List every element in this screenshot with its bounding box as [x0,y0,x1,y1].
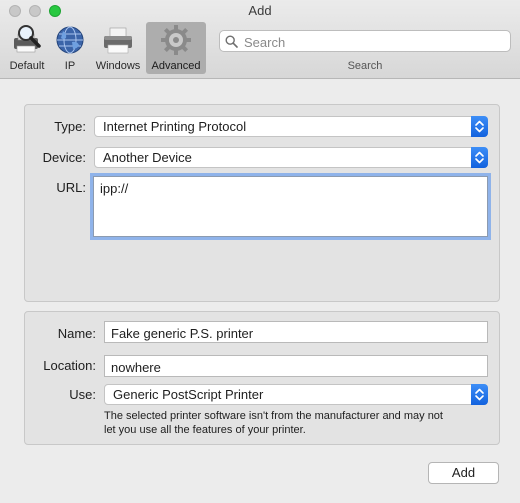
popup-chevron-icon [471,116,488,137]
type-popup[interactable]: Internet Printing Protocol [94,116,488,137]
device-label: Device: [42,150,86,165]
type-popup-value: Internet Printing Protocol [103,119,247,134]
search-input[interactable] [242,32,510,52]
toolbar-advanced-button[interactable]: Advanced [146,22,206,74]
add-printer-window: Add Default IP Windows Advanced Search S… [0,0,520,503]
printer-magnifier-icon [14,25,41,53]
location-field[interactable] [104,355,488,377]
search-icon [225,35,238,48]
url-input[interactable] [98,179,485,237]
popup-chevron-icon [471,147,488,168]
name-input[interactable] [109,323,487,343]
toolbar: Add Default IP Windows Advanced Search S… [0,0,520,79]
printer-icon [104,27,132,54]
globe-icon [56,26,84,54]
name-field[interactable] [104,321,488,343]
name-label: Name: [57,326,96,341]
url-field[interactable] [93,176,488,237]
gear-icon [161,25,191,55]
toolbar-windows-button[interactable]: Windows [92,22,144,74]
toolbar-windows-label: Windows [95,60,141,72]
driver-warning-note: The selected printer software isn't from… [104,409,489,437]
device-popup[interactable]: Another Device [94,147,488,168]
search-caption: Search [347,60,383,72]
location-input[interactable] [109,357,487,377]
driver-warning-line: The selected printer software isn't from… [104,410,443,422]
toolbar-ip-button[interactable]: IP [52,22,88,74]
search-field[interactable] [219,30,511,52]
popup-chevron-icon [471,384,488,405]
window-title: Add [248,3,272,18]
toolbar-default-label: Default [9,60,45,72]
device-popup-value: Another Device [103,150,192,165]
toolbar-advanced-label: Advanced [151,60,201,72]
use-popup[interactable]: Generic PostScript Printer [104,384,488,405]
use-label: Use: [69,387,96,402]
location-label: Location: [43,358,96,373]
use-popup-value: Generic PostScript Printer [113,387,264,402]
url-label: URL: [56,180,86,195]
type-label: Type: [54,119,86,134]
add-button[interactable]: Add [428,462,499,484]
toolbar-default-button[interactable]: Default [4,22,50,74]
toolbar-ip-label: IP [64,60,76,72]
driver-warning-line: let you use all the features of your pri… [104,424,306,436]
